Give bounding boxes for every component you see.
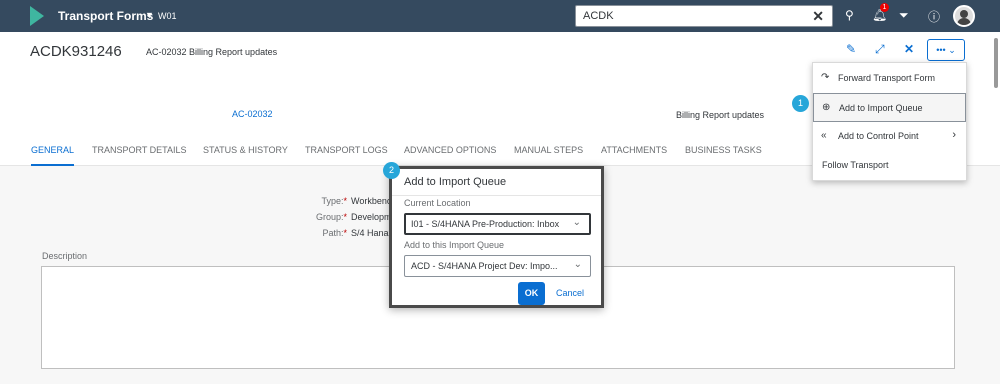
search-input[interactable]: ACDK ✕	[575, 5, 833, 27]
menu-item-label: Follow Transport	[822, 160, 889, 170]
search-input-value: ACDK	[583, 10, 614, 22]
scrollbar-thumb[interactable]	[994, 38, 998, 88]
app-title[interactable]: Transport Forms	[58, 9, 153, 23]
system-id: W01	[158, 11, 177, 21]
avatar[interactable]	[953, 5, 975, 27]
shell-bar: Transport Forms ▼ W01 ACDK ✕ ⚲ 🔔︎ 1 ⏷ ⓘ	[0, 0, 1000, 32]
current-location-select[interactable]: I01 - S/4HANA Pre-Production: Inbox ⌄	[404, 213, 591, 235]
cancel-button[interactable]: Cancel	[556, 288, 584, 298]
description-label: Description	[42, 251, 88, 261]
rewind-circle-icon: «	[821, 130, 827, 141]
menu-item-label: Forward Transport Form	[838, 73, 936, 83]
app-logo-icon[interactable]	[30, 6, 44, 26]
add-to-import-queue-dialog: Add to Import Queue Current Location I01…	[389, 166, 604, 308]
tab-status-history[interactable]: STATUS & HISTORY	[203, 145, 288, 166]
chevron-right-icon: ›	[952, 129, 956, 141]
close-icon[interactable]: ✕	[904, 42, 914, 56]
type-label: Type:*	[321, 196, 347, 206]
chevron-down-icon: ⌄	[573, 259, 582, 270]
object-id: ACDK931246	[30, 43, 122, 60]
object-description: AC-02032 Billing Report updates	[146, 47, 278, 57]
menu-item-follow-transport[interactable]: Follow Transport	[813, 151, 966, 180]
menu-item-label: Add to Control Point	[838, 131, 919, 141]
search-icon[interactable]: ⚲	[845, 8, 854, 22]
app-menu-caret-icon[interactable]: ▼	[145, 10, 154, 20]
more-actions-menu: ↷ Forward Transport Form ⊕ Add to Import…	[812, 62, 967, 181]
menu-item-label: Add to Import Queue	[839, 103, 923, 113]
menu-item-forward-transport-form[interactable]: ↷ Forward Transport Form	[813, 64, 966, 93]
edit-icon[interactable]: ✎	[846, 42, 856, 56]
path-label: Path:*	[322, 228, 347, 238]
tab-advanced-options[interactable]: ADVANCED OPTIONS	[404, 145, 496, 166]
add-circle-icon: ⊕	[822, 102, 831, 113]
current-location-label: Current Location	[404, 198, 471, 208]
forward-arrow-icon: ↷	[821, 72, 830, 83]
filter-icon[interactable]: ⏷	[899, 8, 909, 23]
group-value: Developm	[351, 212, 392, 222]
tab-manual-steps[interactable]: MANUAL STEPS	[514, 145, 583, 166]
more-actions-button[interactable]: ••• ⌄	[927, 39, 965, 61]
step-marker-2: 2	[383, 162, 400, 179]
group-label: Group:*	[315, 212, 347, 222]
dialog-title: Add to Import Queue	[404, 176, 507, 188]
tab-business-tasks[interactable]: BUSINESS TASKS	[685, 145, 762, 166]
tab-transport-details[interactable]: TRANSPORT DETAILS	[92, 145, 187, 166]
menu-item-add-to-import-queue[interactable]: ⊕ Add to Import Queue	[813, 93, 966, 122]
tab-transport-logs[interactable]: TRANSPORT LOGS	[305, 145, 388, 166]
tab-general[interactable]: GENERAL	[31, 145, 75, 166]
help-icon[interactable]: ⓘ	[928, 8, 940, 25]
import-queue-select[interactable]: ACD - S/4HANA Project Dev: Impo... ⌄	[404, 255, 591, 277]
tab-attachments[interactable]: ATTACHMENTS	[601, 145, 667, 166]
type-value: Workbenc	[351, 196, 392, 206]
path-value: S/4 Hana	[351, 228, 389, 238]
step-marker-1: 1	[792, 95, 809, 112]
fullscreen-icon[interactable]: ⤢	[875, 42, 885, 57]
menu-item-add-to-control-point[interactable]: « Add to Control Point ›	[813, 122, 966, 151]
reference-text: Billing Report updates	[676, 110, 765, 120]
import-queue-label: Add to this Import Queue	[404, 240, 505, 250]
current-location-value: I01 - S/4HANA Pre-Production: Inbox	[411, 219, 560, 229]
ok-button[interactable]: OK	[518, 282, 545, 305]
reference-link[interactable]: AC-02032	[232, 109, 273, 119]
import-queue-value: ACD - S/4HANA Project Dev: Impo...	[411, 261, 558, 271]
chevron-down-icon: ⌄	[572, 217, 581, 228]
search-clear-icon[interactable]: ✕	[812, 8, 824, 25]
notification-badge: 1	[880, 3, 889, 12]
dialog-divider	[392, 195, 601, 196]
